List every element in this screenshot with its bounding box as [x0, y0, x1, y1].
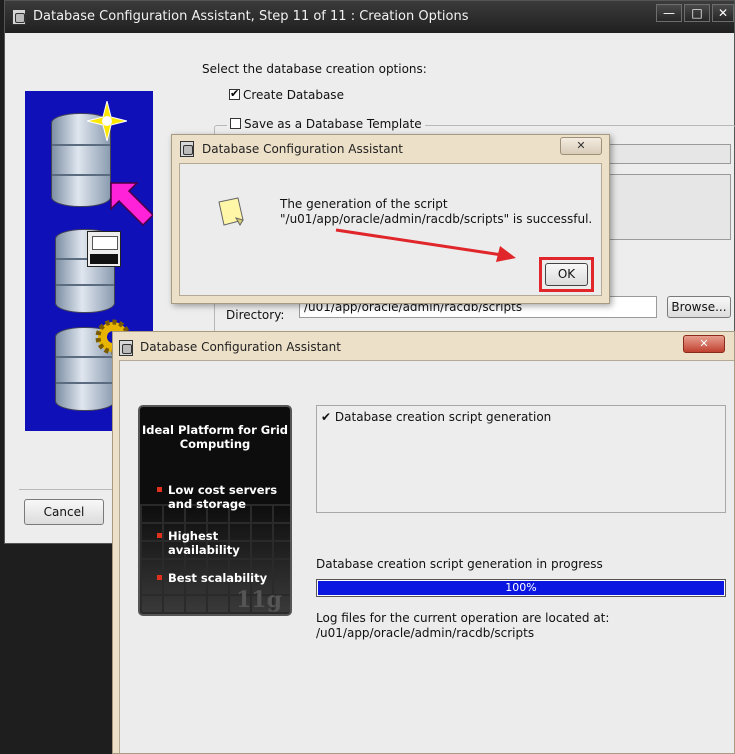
promo-bullet: Low cost servers and storage	[168, 483, 278, 511]
save-template-checkbox[interactable]	[230, 118, 241, 129]
promo-logo: 11g	[236, 587, 282, 613]
log-location-text: Log files for the current operation are …	[316, 611, 610, 625]
progress-label: 100%	[505, 581, 537, 594]
promo-bullet: Highest availability	[168, 529, 240, 557]
note-icon	[216, 196, 246, 228]
dialog-close-button[interactable]: ✕	[560, 137, 602, 155]
creation-options-prompt: Select the database creation options:	[202, 62, 427, 76]
check-icon: ✔	[321, 410, 332, 424]
progress-bar: 100%	[316, 579, 726, 597]
log-location-path: /u01/app/oracle/admin/racdb/scripts	[316, 626, 535, 640]
main-window-title: Database Configuration Assistant, Step 1…	[33, 9, 469, 24]
dialog-title: Database Configuration Assistant	[202, 142, 403, 156]
progress-window-title: Database Configuration Assistant	[140, 340, 341, 354]
promo-bullet: Best scalability	[168, 571, 268, 585]
save-template-label: Save as a Database Template	[244, 117, 422, 131]
ok-button[interactable]: OK	[545, 263, 588, 286]
app-icon	[119, 340, 133, 356]
template-description-field[interactable]	[595, 174, 731, 240]
minimize-button[interactable]: —	[656, 4, 682, 22]
dialog-titlebar: Database Configuration Assistant ✕	[172, 135, 609, 163]
main-titlebar: Database Configuration Assistant, Step 1…	[5, 1, 734, 33]
list-item: ✔ Database creation script generation	[321, 410, 551, 424]
success-dialog: Database Configuration Assistant ✕ The g…	[171, 134, 610, 304]
bullet-marker	[157, 487, 162, 492]
step-label: Database creation script generation	[334, 410, 552, 424]
annotation-arrow	[330, 224, 520, 264]
dialog-body: The generation of the script "/u01/app/o…	[179, 163, 602, 296]
progress-window: Database Configuration Assistant ✕ Ideal…	[112, 331, 735, 754]
cancel-button[interactable]: Cancel	[24, 499, 104, 525]
create-database-option[interactable]: Create Database	[229, 87, 344, 102]
progress-body: Ideal Platform for Grid Computing Low co…	[119, 360, 734, 753]
arrow-icon	[107, 179, 153, 229]
floppy-disk-icon	[87, 231, 121, 267]
app-icon	[12, 9, 26, 25]
promo-title: Ideal Platform for Grid Computing	[141, 423, 289, 451]
save-template-option[interactable]: Save as a Database Template	[227, 117, 425, 131]
maximize-button[interactable]: □	[684, 4, 710, 22]
create-database-label: Create Database	[243, 88, 344, 102]
bullet-marker	[157, 575, 162, 580]
browse-button[interactable]: Browse...	[667, 296, 731, 318]
sparkle-icon	[86, 100, 128, 142]
progress-status-text: Database creation script generation in p…	[316, 557, 603, 571]
oracle-11g-promo: Ideal Platform for Grid Computing Low co…	[138, 405, 292, 616]
progress-titlebar: Database Configuration Assistant ✕	[113, 332, 734, 360]
dialog-message-line1: The generation of the script	[280, 197, 448, 211]
template-name-field[interactable]	[595, 144, 731, 164]
step-list: ✔ Database creation script generation	[316, 405, 726, 513]
progress-close-button[interactable]: ✕	[683, 335, 725, 353]
directory-label: Directory:	[226, 308, 285, 322]
create-database-checkbox[interactable]	[229, 87, 240, 100]
close-button[interactable]: ✕	[712, 4, 734, 22]
app-icon	[180, 141, 194, 157]
bullet-marker	[157, 533, 162, 538]
